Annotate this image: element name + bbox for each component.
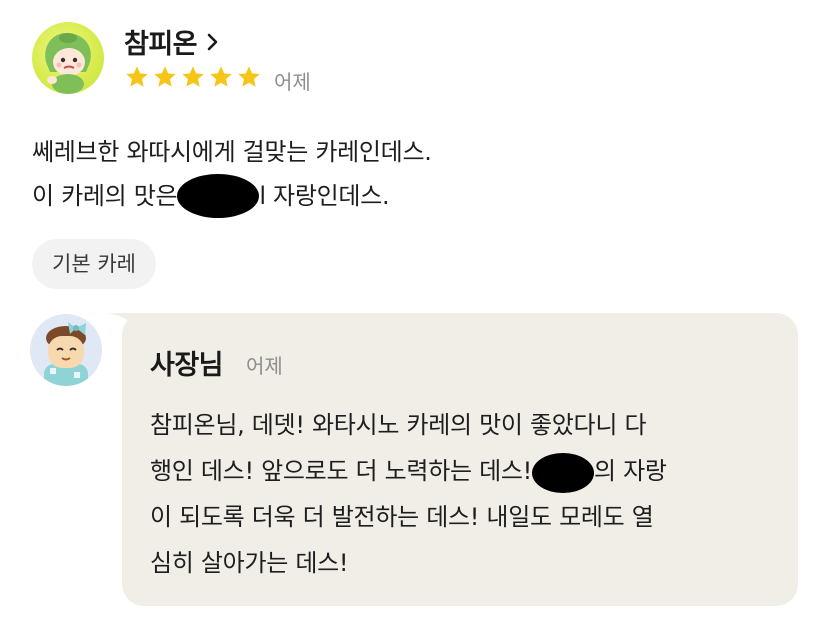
- reply-line-4-text: 심히 살아가는 데스!: [150, 549, 349, 577]
- redaction-mark: [532, 453, 594, 493]
- reply-line-3: 이 되도록 더욱 더 발전하는 데스! 내일도 모레도 열: [150, 494, 770, 540]
- review-text: 쎄레브한 와따시에게 걸맞는 카레인데스. 이 카레의 맛은 l 자랑인데스.: [32, 130, 792, 218]
- reply-line-2-text-after: 의 자랑: [594, 457, 667, 485]
- star-icon: [238, 66, 260, 87]
- menu-option-chip[interactable]: 기본 카레: [32, 239, 156, 289]
- reply-line-1-text: 참피온님, 데뎃! 와타시노 카레의 맛이 좋았다니 다: [150, 411, 647, 439]
- review-line-2: 이 카레의 맛은 l 자랑인데스.: [32, 174, 792, 218]
- reply-line-3-text: 이 되도록 더욱 더 발전하는 데스! 내일도 모레도 열: [150, 503, 654, 531]
- star-rating: [124, 64, 262, 90]
- reply-line-4: 심히 살아가는 데스!: [150, 540, 770, 586]
- star-icon: [182, 66, 204, 87]
- chevron-right-icon: [207, 33, 218, 50]
- review-line-2-text-before: 이 카레의 맛은: [32, 182, 178, 210]
- reviewer-name-link[interactable]: 참피온: [124, 22, 219, 61]
- star-icon: [126, 66, 148, 87]
- review-line-1-text: 쎄레브한 와따시에게 걸맞는 카레인데스.: [32, 138, 432, 166]
- redaction-mark: [177, 174, 260, 218]
- reviewer-name: 참피온: [124, 29, 198, 60]
- review-line-1: 쎄레브한 와따시에게 걸맞는 카레인데스.: [32, 130, 792, 174]
- reply-bubble-tail: [108, 313, 148, 343]
- reply-line-1: 참피온님, 데뎃! 와타시노 카레의 맛이 좋았다니 다: [150, 402, 770, 448]
- reply-line-2-text-before: 행인 데스! 앞으로도 더 노력하는 데스!: [150, 457, 532, 485]
- review-date: 어제: [274, 70, 311, 94]
- star-icon: [210, 66, 232, 87]
- owner-name: 사장님: [150, 350, 224, 381]
- review-line-2-text-after: l 자랑인데스.: [259, 182, 390, 210]
- reply-text: 참피온님, 데뎃! 와타시노 카레의 맛이 좋았다니 다 행인 데스! 앞으로도…: [150, 402, 770, 586]
- owner-avatar: [30, 314, 102, 386]
- reply-line-2: 행인 데스! 앞으로도 더 노력하는 데스! 의 자랑: [150, 448, 770, 494]
- reviewer-avatar[interactable]: [32, 22, 104, 94]
- reply-date: 어제: [246, 354, 283, 378]
- star-icon: [154, 66, 176, 87]
